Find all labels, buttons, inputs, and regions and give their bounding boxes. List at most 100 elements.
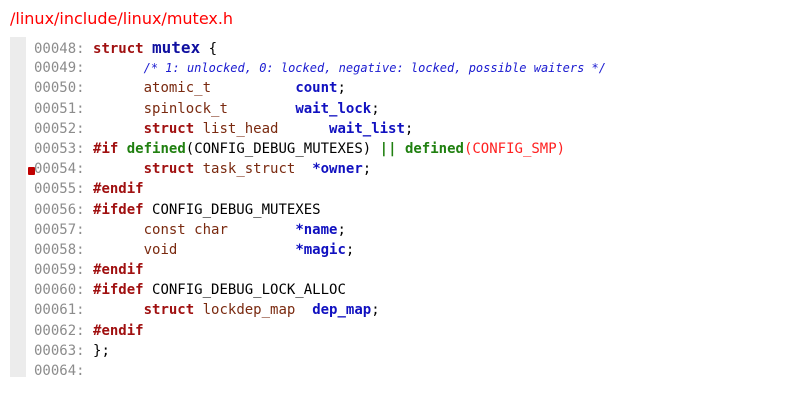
code-token: *magic xyxy=(295,241,346,258)
code-line: 00049: /* 1: unlocked, 0: locked, negati… xyxy=(34,58,606,78)
code-token: #endif xyxy=(93,181,144,198)
code-token: struct xyxy=(143,302,195,319)
code-token: struct xyxy=(143,120,195,137)
code-line: 00063: }; xyxy=(34,341,606,361)
code-line: 00054: struct task_struct *owner; xyxy=(34,159,606,179)
code-token: lockdep_map xyxy=(202,302,296,319)
code-listing: 00048: struct mutex {00049: /* 1: unlock… xyxy=(34,38,606,377)
code-token: wait_list xyxy=(329,120,405,137)
code-token: defined xyxy=(404,140,464,157)
code-token: }; xyxy=(93,342,110,359)
code-token: #ifdef xyxy=(93,201,144,218)
line-number: 00057: xyxy=(34,221,85,238)
code-token: /* 1: unlocked, 0: locked, negative: loc… xyxy=(143,61,606,76)
code-token: #ifdef xyxy=(93,282,144,299)
line-number: 00055: xyxy=(34,181,85,198)
code-line: 00062: #endif xyxy=(34,321,606,341)
file-path-title: /linux/include/linux/mutex.h xyxy=(10,9,234,28)
code-token: spinlock_t xyxy=(143,100,228,117)
code-token: void xyxy=(143,241,178,258)
line-number: 00062: xyxy=(34,322,85,339)
code-line: 00055: #endif xyxy=(34,179,606,199)
code-listing-panel: 00048: struct mutex {00049: /* 1: unlock… xyxy=(10,37,790,377)
code-token: task_struct xyxy=(202,161,296,178)
code-token: ; xyxy=(337,80,346,97)
line-number: 00054: xyxy=(34,161,85,178)
line-number: 00048: xyxy=(34,41,85,57)
line-number: 00049: xyxy=(34,60,85,77)
code-token: *name xyxy=(295,221,338,238)
code-token: #if xyxy=(93,140,119,157)
code-line: 00053: #if defined(CONFIG_DEBUG_MUTEXES)… xyxy=(34,139,606,159)
line-number: 00064: xyxy=(34,363,85,377)
code-line: 00056: #ifdef CONFIG_DEBUG_MUTEXES xyxy=(34,200,606,220)
code-line: 00050: atomic_t count; xyxy=(34,78,606,98)
code-line: 00051: spinlock_t wait_lock; xyxy=(34,99,606,119)
line-number: 00051: xyxy=(34,100,85,117)
code-token: (CONFIG_SMP) xyxy=(463,140,566,157)
code-token: ; xyxy=(337,221,346,238)
code-token: dep_map xyxy=(312,302,372,319)
code-token: struct xyxy=(143,161,195,178)
code-token: || xyxy=(379,140,397,157)
code-token: *owner xyxy=(312,161,363,178)
code-line: 00061: struct lockdep_map dep_map; xyxy=(34,300,606,320)
code-token: { xyxy=(208,41,218,57)
code-token: atomic_t xyxy=(143,80,212,97)
code-line: 00064: xyxy=(34,361,606,377)
code-token: mutex xyxy=(152,38,201,57)
line-number: 00063: xyxy=(34,342,85,359)
code-token: #endif xyxy=(93,262,144,279)
code-token: wait_lock xyxy=(295,100,372,117)
page: /linux/include/linux/mutex.h 00048: stru… xyxy=(0,0,798,410)
code-line: 00052: struct list_head wait_list; xyxy=(34,119,606,139)
line-number: 00056: xyxy=(34,201,85,218)
line-number: 00061: xyxy=(34,302,85,319)
code-token: CONFIG_DEBUG_MUTEXES xyxy=(143,201,321,218)
line-number: 00052: xyxy=(34,120,85,137)
code-token: #endif xyxy=(93,322,144,339)
line-number: 00060: xyxy=(34,282,85,299)
code-line: 00048: struct mutex { xyxy=(34,38,606,58)
code-token: ; xyxy=(371,100,380,117)
code-line: 00060: #ifdef CONFIG_DEBUG_LOCK_ALLOC xyxy=(34,280,606,300)
code-token: (CONFIG_DEBUG_MUTEXES) xyxy=(185,140,372,157)
code-line: 00059: #endif xyxy=(34,260,606,280)
code-token: struct xyxy=(93,41,144,57)
code-token: ; xyxy=(345,241,355,258)
code-token: const char xyxy=(143,221,228,238)
code-line: 00057: const char *name; xyxy=(34,220,606,240)
code-token: ; xyxy=(362,161,372,178)
code-line: 00058: void *magic; xyxy=(34,240,606,260)
code-token: defined xyxy=(126,140,186,157)
line-number: 00058: xyxy=(34,241,85,258)
line-number: 00050: xyxy=(34,80,85,97)
line-number: 00053: xyxy=(34,140,85,157)
code-token: list_head xyxy=(202,120,279,137)
code-token: ; xyxy=(371,302,380,319)
line-number: 00059: xyxy=(34,262,85,279)
code-token: CONFIG_DEBUG_LOCK_ALLOC xyxy=(143,282,346,299)
